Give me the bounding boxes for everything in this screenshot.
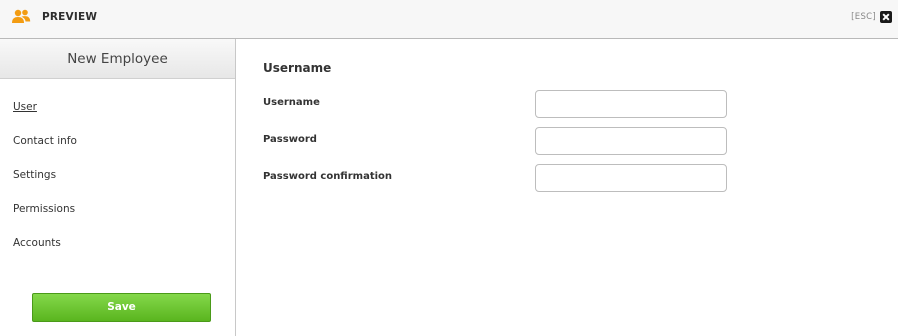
password-row: Password xyxy=(263,127,727,155)
section-title: Username xyxy=(263,61,332,75)
sidebar-item-label: Settings xyxy=(13,169,57,181)
sidebar-item-label: Accounts xyxy=(13,237,61,249)
save-button[interactable]: Save xyxy=(32,293,211,322)
page-title: PREVIEW xyxy=(42,11,98,23)
close-icon[interactable] xyxy=(880,11,892,23)
sidebar-item-label: Contact info xyxy=(13,135,77,147)
sidebar-item-label: User xyxy=(13,101,37,113)
top-bar: PREVIEW [ESC] xyxy=(0,0,898,39)
sidebar-item-permissions[interactable]: Permissions xyxy=(0,194,235,228)
sidebar-nav: User Contact info Settings Permissions A… xyxy=(0,79,235,262)
sidebar: New Employee User Contact info Settings … xyxy=(0,39,236,336)
sidebar-item-user[interactable]: User xyxy=(0,92,235,126)
sidebar-item-contact-info[interactable]: Contact info xyxy=(0,126,235,160)
password-confirmation-input[interactable] xyxy=(535,164,727,192)
main-content: Username Username Password Password conf… xyxy=(237,39,898,336)
close-control[interactable]: [ESC] xyxy=(851,9,892,25)
password-confirmation-row: Password confirmation xyxy=(263,164,727,192)
esc-label: [ESC] xyxy=(851,12,876,22)
password-label: Password xyxy=(263,134,317,145)
username-row: Username xyxy=(263,90,727,118)
password-confirmation-label: Password confirmation xyxy=(263,171,393,182)
users-icon xyxy=(12,9,31,23)
sidebar-item-settings[interactable]: Settings xyxy=(0,160,235,194)
sidebar-item-label: Permissions xyxy=(13,203,76,215)
username-input[interactable] xyxy=(535,90,727,118)
sidebar-title: New Employee xyxy=(0,39,235,79)
username-label: Username xyxy=(263,97,320,108)
password-input[interactable] xyxy=(535,127,727,155)
sidebar-item-accounts[interactable]: Accounts xyxy=(0,228,235,262)
